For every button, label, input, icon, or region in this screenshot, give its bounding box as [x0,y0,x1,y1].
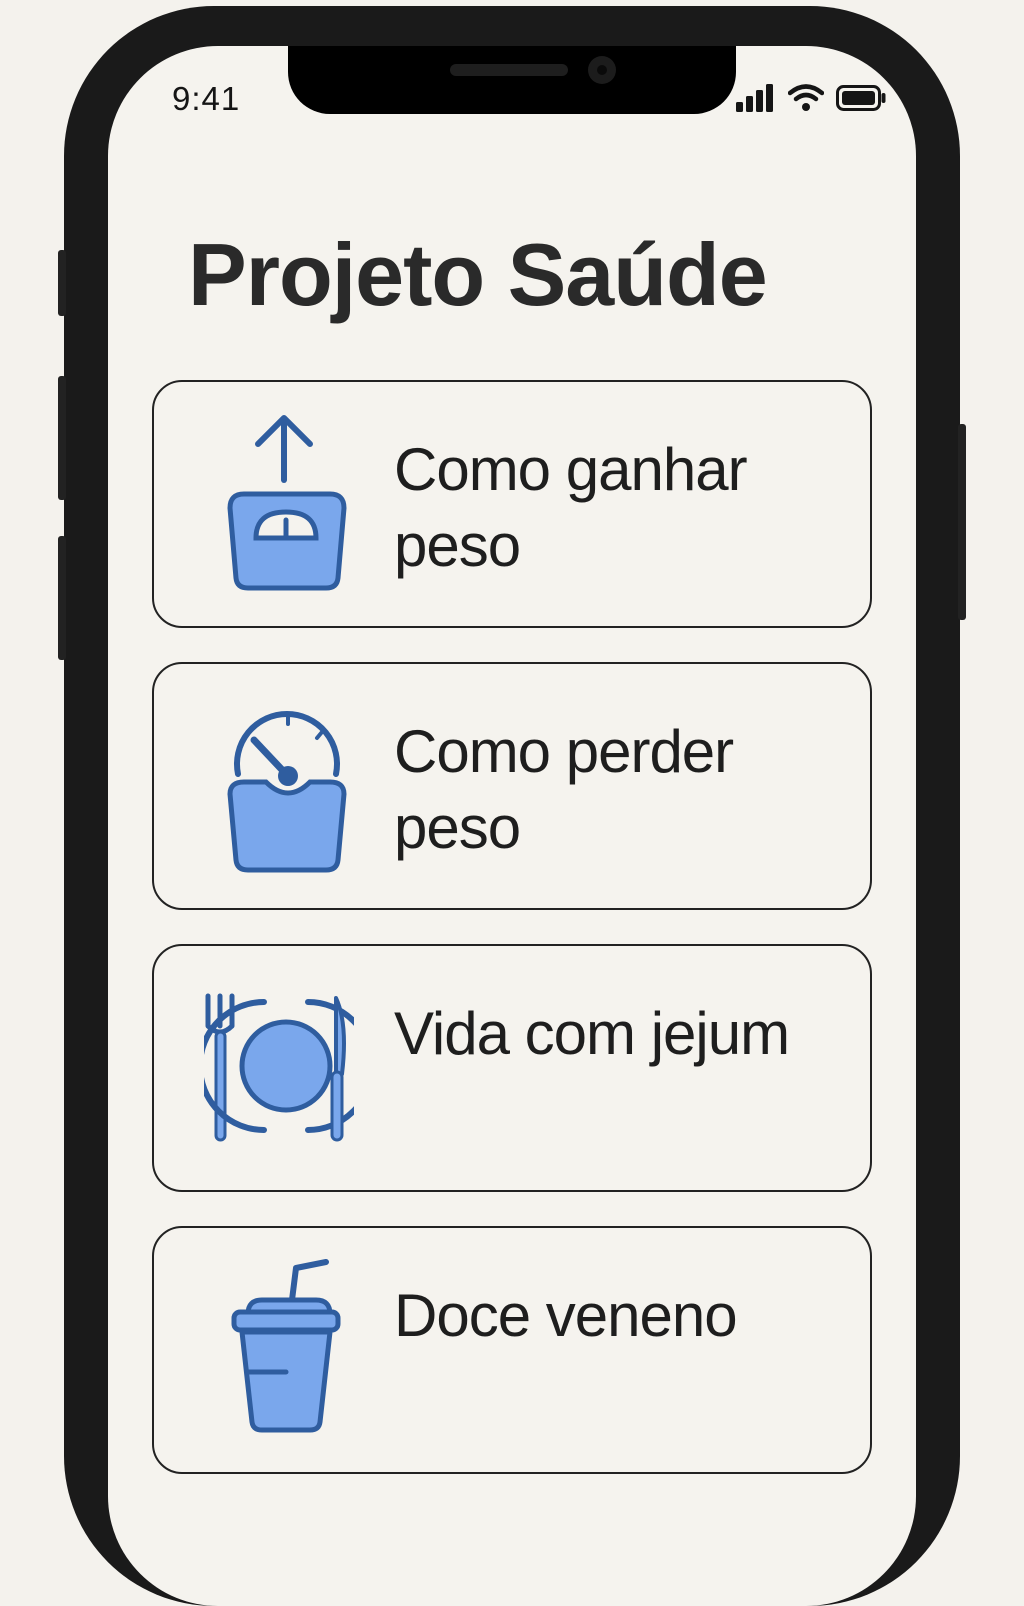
status-icons [736,84,886,112]
plate-fork-knife-icon [204,976,354,1156]
volume-up-button [58,376,66,500]
mute-switch [58,250,66,316]
status-time: 9:41 [172,80,240,118]
wifi-icon [788,84,824,112]
menu-card-lose-weight[interactable]: Como perder peso [152,662,872,910]
phone-screen: 9:41 Projeto Saúde [108,46,916,1606]
notch [288,46,736,114]
menu-card-label: Como ganhar peso [394,432,814,584]
front-camera [588,56,616,84]
soda-cup-icon [204,1258,354,1438]
scale-arrow-up-icon [204,412,354,592]
volume-down-button [58,536,66,660]
cellular-signal-icon [736,84,776,112]
menu-card-fasting-life[interactable]: Vida com jejum [152,944,872,1192]
app-title: Projeto Saúde [188,224,767,326]
menu-card-label: Vida com jejum [394,996,814,1072]
menu-card-sweet-poison[interactable]: Doce veneno [152,1226,872,1474]
speaker-grille [450,64,568,76]
scale-gauge-icon [204,694,354,874]
power-button [958,424,966,620]
menu-list: Como ganhar peso Como perder peso [152,380,872,1508]
menu-card-label: Doce veneno [394,1278,814,1354]
battery-icon [836,85,886,111]
menu-card-gain-weight[interactable]: Como ganhar peso [152,380,872,628]
menu-card-label: Como perder peso [394,714,814,866]
